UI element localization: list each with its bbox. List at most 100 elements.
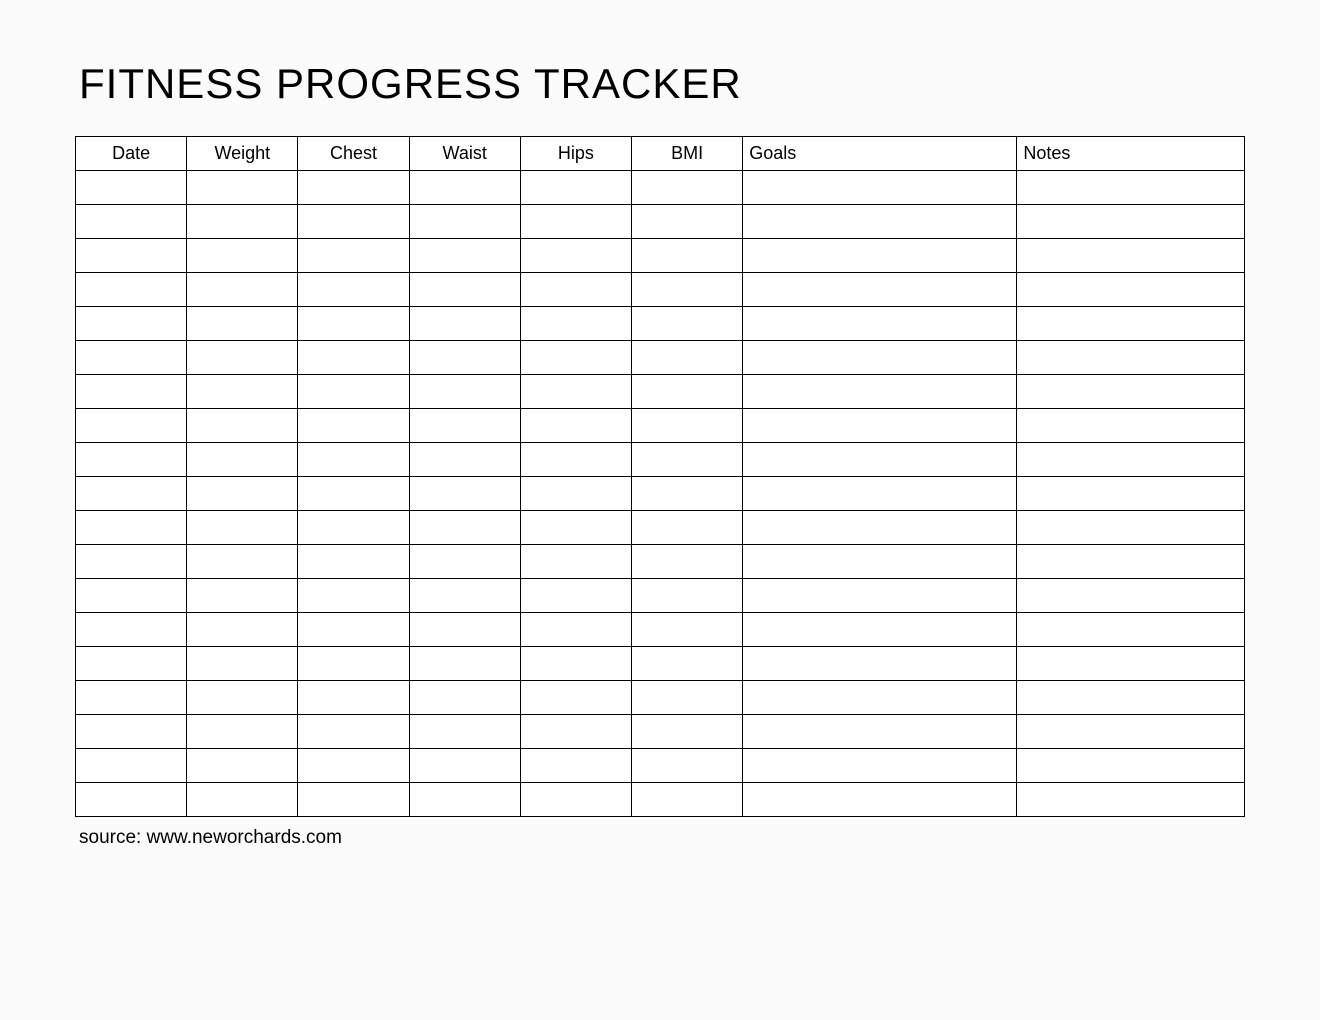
table-header-row: Date Weight Chest Waist Hips BMI Goals N…: [76, 137, 1245, 171]
table-cell: [520, 341, 631, 375]
table-cell: [632, 171, 743, 205]
table-cell: [187, 443, 298, 477]
table-cell: [76, 715, 187, 749]
table-cell: [520, 307, 631, 341]
table-cell: [1017, 443, 1245, 477]
table-cell: [520, 273, 631, 307]
table-cell: [76, 749, 187, 783]
table-cell: [298, 511, 409, 545]
table-cell: [76, 545, 187, 579]
table-cell: [1017, 171, 1245, 205]
table-row: [76, 443, 1245, 477]
table-cell: [632, 647, 743, 681]
table-cell: [1017, 749, 1245, 783]
table-cell: [632, 443, 743, 477]
table-cell: [409, 341, 520, 375]
table-cell: [76, 341, 187, 375]
table-cell: [520, 443, 631, 477]
table-cell: [187, 409, 298, 443]
table-cell: [632, 613, 743, 647]
table-row: [76, 477, 1245, 511]
table-cell: [409, 511, 520, 545]
table-cell: [187, 171, 298, 205]
table-cell: [187, 613, 298, 647]
table-cell: [743, 409, 1017, 443]
table-cell: [520, 239, 631, 273]
table-cell: [520, 749, 631, 783]
table-cell: [187, 273, 298, 307]
table-cell: [187, 681, 298, 715]
table-cell: [632, 239, 743, 273]
table-cell: [76, 307, 187, 341]
table-cell: [1017, 477, 1245, 511]
header-date: Date: [76, 137, 187, 171]
table-cell: [632, 409, 743, 443]
table-cell: [520, 579, 631, 613]
table-cell: [76, 681, 187, 715]
table-cell: [298, 647, 409, 681]
table-cell: [1017, 613, 1245, 647]
table-cell: [520, 205, 631, 239]
table-cell: [76, 511, 187, 545]
table-cell: [1017, 205, 1245, 239]
table-cell: [743, 579, 1017, 613]
table-row: [76, 171, 1245, 205]
table-cell: [409, 307, 520, 341]
table-cell: [1017, 511, 1245, 545]
table-cell: [298, 273, 409, 307]
table-cell: [743, 545, 1017, 579]
table-cell: [743, 511, 1017, 545]
table-row: [76, 545, 1245, 579]
table-cell: [409, 579, 520, 613]
table-cell: [1017, 545, 1245, 579]
table-cell: [1017, 783, 1245, 817]
table-row: [76, 273, 1245, 307]
table-cell: [743, 749, 1017, 783]
table-cell: [632, 341, 743, 375]
table-cell: [76, 375, 187, 409]
table-row: [76, 409, 1245, 443]
table-cell: [409, 443, 520, 477]
table-cell: [743, 273, 1017, 307]
header-waist: Waist: [409, 137, 520, 171]
table-cell: [1017, 409, 1245, 443]
table-cell: [1017, 647, 1245, 681]
table-cell: [187, 511, 298, 545]
table-cell: [1017, 239, 1245, 273]
header-chest: Chest: [298, 137, 409, 171]
table-cell: [520, 511, 631, 545]
table-cell: [1017, 715, 1245, 749]
table-row: [76, 681, 1245, 715]
table-cell: [298, 477, 409, 511]
page-title: FITNESS PROGRESS TRACKER: [79, 60, 1245, 108]
table-cell: [409, 545, 520, 579]
table-row: [76, 579, 1245, 613]
table-cell: [632, 273, 743, 307]
table-cell: [632, 545, 743, 579]
table-cell: [1017, 273, 1245, 307]
table-row: [76, 749, 1245, 783]
table-cell: [409, 715, 520, 749]
table-cell: [298, 613, 409, 647]
table-cell: [409, 477, 520, 511]
table-cell: [187, 239, 298, 273]
table-row: [76, 205, 1245, 239]
table-cell: [409, 375, 520, 409]
table-cell: [632, 375, 743, 409]
table-cell: [76, 239, 187, 273]
table-cell: [743, 171, 1017, 205]
table-cell: [632, 579, 743, 613]
table-row: [76, 307, 1245, 341]
table-cell: [76, 443, 187, 477]
table-cell: [520, 477, 631, 511]
header-weight: Weight: [187, 137, 298, 171]
table-cell: [743, 783, 1017, 817]
table-cell: [409, 647, 520, 681]
table-row: [76, 375, 1245, 409]
header-bmi: BMI: [632, 137, 743, 171]
table-cell: [298, 375, 409, 409]
table-cell: [409, 749, 520, 783]
table-cell: [743, 239, 1017, 273]
table-cell: [298, 715, 409, 749]
table-cell: [187, 545, 298, 579]
